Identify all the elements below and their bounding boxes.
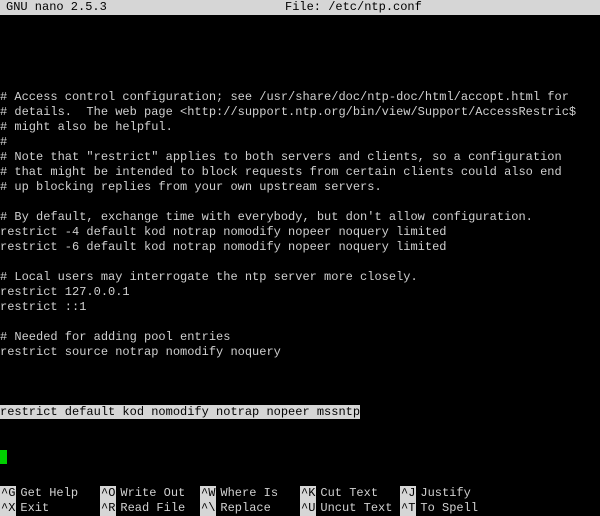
code-line: restrict -6 default kod notrap nomodify … [0, 240, 600, 255]
cursor [0, 450, 7, 464]
shortcut-cut-text[interactable]: ^KCut Text [300, 486, 400, 501]
title-bar: GNU nano 2.5.3 File: /etc/ntp.conf [0, 0, 600, 15]
shortcut-read-file[interactable]: ^RRead File [100, 501, 200, 516]
code-line: # might also be helpful. [0, 120, 600, 135]
code-line: # Local users may interrogate the ntp se… [0, 270, 600, 285]
editor-content[interactable]: # Access control configuration; see /usr… [0, 15, 600, 486]
code-line: # [0, 135, 600, 150]
code-line: # that might be intended to block reques… [0, 165, 600, 180]
code-line: restrict -4 default kod notrap nomodify … [0, 225, 600, 240]
code-line [0, 360, 600, 375]
code-line: restrict ::1 [0, 300, 600, 315]
code-line: # Note that "restrict" applies to both s… [0, 150, 600, 165]
code-line: # details. The web page <http://support.… [0, 105, 600, 120]
shortcut-uncut-text[interactable]: ^UUncut Text [300, 501, 400, 516]
code-line: # By default, exchange time with everybo… [0, 210, 600, 225]
shortcut-blank [500, 486, 600, 501]
app-name: GNU nano 2.5.3 [0, 0, 107, 15]
shortcut-replace[interactable]: ^\Replace [200, 501, 300, 516]
shortcut-bar: ^GGet Help ^OWrite Out ^WWhere Is ^KCut … [0, 486, 600, 516]
shortcut-exit[interactable]: ^XExit [0, 501, 100, 516]
code-line: # Needed for adding pool entries [0, 330, 600, 345]
nano-editor: GNU nano 2.5.3 File: /etc/ntp.conf # Acc… [0, 0, 600, 516]
file-label: File: /etc/ntp.conf [285, 0, 422, 15]
code-line [0, 255, 600, 270]
code-line [0, 195, 600, 210]
shortcut-write-out[interactable]: ^OWrite Out [100, 486, 200, 501]
shortcut-to-spell[interactable]: ^TTo Spell [400, 501, 500, 516]
code-line: restrict source notrap nomodify noquery [0, 345, 600, 360]
code-line: # up blocking replies from your own upst… [0, 180, 600, 195]
code-line: restrict 127.0.0.1 [0, 285, 600, 300]
shortcut-justify[interactable]: ^JJustify [400, 486, 500, 501]
highlighted-line: restrict default kod nomodify notrap nop… [0, 405, 360, 419]
shortcut-blank2 [500, 501, 600, 516]
shortcut-get-help[interactable]: ^GGet Help [0, 486, 100, 501]
shortcut-where-is[interactable]: ^WWhere Is [200, 486, 300, 501]
code-line: # Access control configuration; see /usr… [0, 90, 600, 105]
code-line [0, 315, 600, 330]
